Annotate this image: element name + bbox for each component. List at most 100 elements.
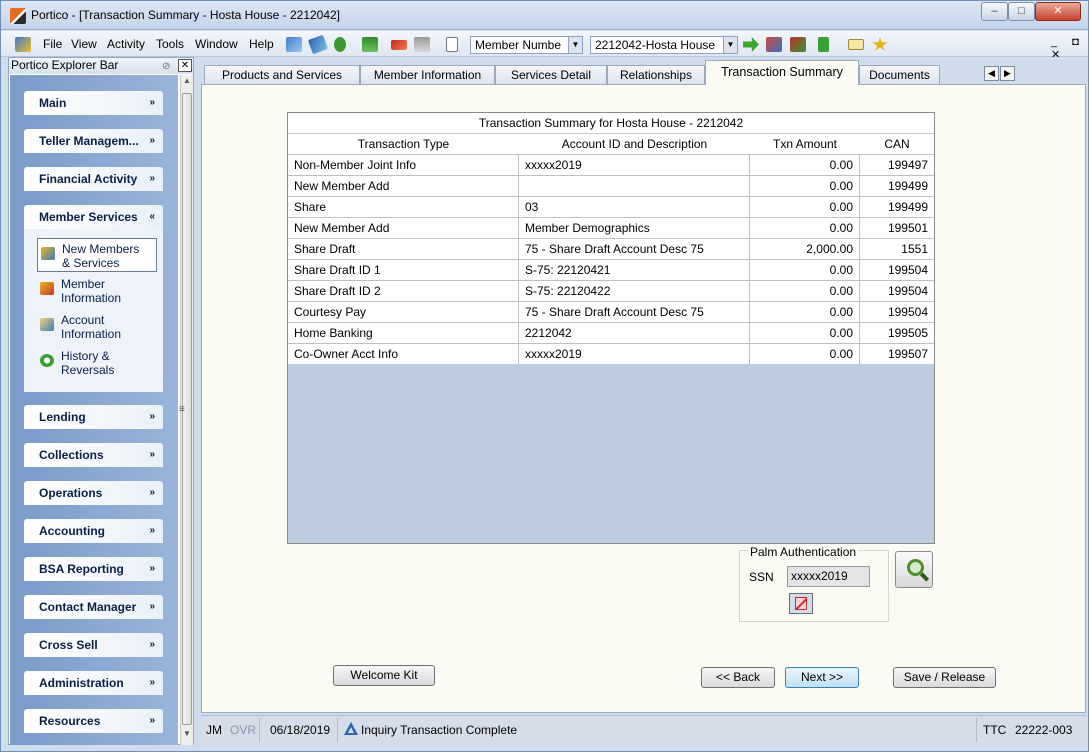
- chevron-down-icon[interactable]: »: [149, 167, 155, 191]
- tab-documents[interactable]: Documents: [859, 65, 940, 84]
- section-financial-activity[interactable]: Financial Activity »: [24, 167, 163, 191]
- accounts-icon[interactable]: [766, 37, 782, 52]
- col-header-txn-amount[interactable]: Txn Amount: [750, 134, 860, 154]
- go-arrow-icon[interactable]: [743, 37, 759, 52]
- chevron-down-icon[interactable]: »: [149, 129, 155, 153]
- table-row[interactable]: New Member Add 0.00 199499: [288, 175, 934, 196]
- section-accounting[interactable]: Accounting »: [24, 519, 163, 543]
- section-contact-manager[interactable]: Contact Manager »: [24, 595, 163, 619]
- portico-menu-icon[interactable]: [15, 37, 31, 52]
- menu-help[interactable]: Help: [249, 37, 274, 51]
- menu-activity[interactable]: Activity: [107, 37, 145, 51]
- table-row[interactable]: Co-Owner Acct Info xxxxx2019 0.00 199507: [288, 343, 934, 364]
- close-button[interactable]: ✕: [1035, 2, 1081, 21]
- mail-icon[interactable]: [848, 39, 864, 50]
- section-bsa-reporting[interactable]: BSA Reporting »: [24, 557, 163, 581]
- next-button[interactable]: Next >>: [785, 667, 859, 688]
- save-release-button[interactable]: Save / Release: [893, 667, 996, 688]
- pin-icon[interactable]: ⊘: [162, 59, 176, 72]
- tab-products-and-services[interactable]: Products and Services: [204, 65, 360, 84]
- mdi-window-controls[interactable]: _ ◘ ✕: [1051, 36, 1088, 61]
- lookup-button[interactable]: [895, 551, 933, 588]
- cash-icon[interactable]: [362, 37, 378, 52]
- battery-icon[interactable]: [818, 37, 829, 52]
- cell-txn-amount: 2,000.00: [750, 239, 860, 259]
- nav-member-information[interactable]: Member Information: [37, 274, 157, 308]
- nav-new-members-services[interactable]: New Members & Services: [37, 238, 157, 272]
- menu-window[interactable]: Window: [195, 37, 238, 51]
- minimize-button[interactable]: –: [981, 2, 1008, 21]
- chevron-down-icon[interactable]: »: [149, 595, 155, 619]
- col-header-transaction-type[interactable]: Transaction Type: [288, 134, 519, 154]
- table-row[interactable]: Share Draft 75 - Share Draft Account Desc…: [288, 238, 934, 259]
- chevron-down-icon[interactable]: »: [149, 443, 155, 467]
- nav-account-information[interactable]: Account Information: [37, 310, 157, 344]
- tab-member-information[interactable]: Member Information: [360, 65, 495, 84]
- favorites-star-icon[interactable]: [872, 37, 888, 51]
- chevron-right-icon[interactable]: ▶: [1000, 66, 1015, 81]
- table-row[interactable]: Home Banking 2212042 0.00 199505: [288, 322, 934, 343]
- chevron-down-icon[interactable]: »: [149, 519, 155, 543]
- section-lending[interactable]: Lending »: [24, 405, 163, 429]
- table-row[interactable]: Courtesy Pay 75 - Share Draft Account Des…: [288, 301, 934, 322]
- chevron-down-icon[interactable]: ▼: [723, 37, 737, 53]
- splitter-grip-icon[interactable]: ≡: [179, 404, 185, 415]
- card-icon[interactable]: [307, 34, 329, 55]
- chevron-down-icon[interactable]: »: [149, 671, 155, 695]
- nav-history-reversals[interactable]: History & Reversals: [37, 346, 157, 380]
- table-row[interactable]: Share Draft ID 2 S-75: 22120422 0.00 199504: [288, 280, 934, 301]
- menu-view[interactable]: View: [71, 37, 97, 51]
- member-search-icon[interactable]: [286, 37, 302, 52]
- dollar-icon[interactable]: [334, 37, 346, 52]
- table-row[interactable]: Non-Member Joint Info xxxxx2019 0.00 199497: [288, 154, 934, 175]
- tab-relationships[interactable]: Relationships: [607, 65, 705, 84]
- section-label: BSA Reporting: [39, 562, 124, 576]
- chevron-down-icon[interactable]: »: [149, 557, 155, 581]
- table-row[interactable]: New Member Add Member Demographics 0.00 199…: [288, 217, 934, 238]
- section-administration[interactable]: Administration »: [24, 671, 163, 695]
- nav-label-line1: Member: [61, 277, 106, 291]
- close-icon[interactable]: ✕: [178, 59, 192, 72]
- transfer-icon[interactable]: [790, 37, 806, 52]
- section-member-services[interactable]: Member Services «: [24, 205, 163, 229]
- nav-label: New Members & Services: [62, 242, 139, 270]
- menu-file[interactable]: File: [43, 37, 62, 51]
- scroll-down-icon[interactable]: ▼: [181, 729, 193, 743]
- chevron-up-icon[interactable]: «: [149, 205, 155, 229]
- tab-transaction-summary[interactable]: Transaction Summary: [705, 60, 859, 85]
- chevron-down-icon[interactable]: »: [149, 481, 155, 505]
- section-cross-sell[interactable]: Cross Sell »: [24, 633, 163, 657]
- chevron-left-icon[interactable]: ◀: [984, 66, 999, 81]
- col-header-can[interactable]: CAN: [860, 134, 934, 154]
- member-services-panel: New Members & Services Member Information …: [24, 229, 163, 392]
- document-icon[interactable]: [446, 37, 458, 52]
- chevron-down-icon[interactable]: »: [149, 91, 155, 115]
- chevron-down-icon[interactable]: »: [149, 709, 155, 733]
- palm-scan-button[interactable]: [789, 593, 813, 614]
- table-row[interactable]: Share 03 0.00 199499: [288, 196, 934, 217]
- section-teller-management[interactable]: Teller Managem... »: [24, 129, 163, 153]
- tab-services-detail[interactable]: Services Detail: [495, 65, 607, 84]
- printer-icon[interactable]: [414, 37, 430, 52]
- chevron-down-icon[interactable]: ▼: [568, 37, 582, 53]
- chevron-down-icon[interactable]: »: [149, 405, 155, 429]
- title-bar[interactable]: Portico - [Transaction Summary - Hosta H…: [1, 1, 1088, 30]
- chevron-down-icon[interactable]: »: [149, 633, 155, 657]
- welcome-kit-button[interactable]: Welcome Kit: [333, 665, 435, 686]
- cell-account: 75 - Share Draft Account Desc 75: [519, 302, 750, 322]
- member-select-dropdown[interactable]: 2212042-Hosta House ▼: [590, 36, 738, 54]
- section-collections[interactable]: Collections »: [24, 443, 163, 467]
- table-row[interactable]: Share Draft ID 1 S-75: 22120421 0.00 199504: [288, 259, 934, 280]
- ssn-field[interactable]: xxxxx2019: [787, 566, 870, 587]
- maximize-button[interactable]: □: [1008, 2, 1035, 21]
- col-header-account[interactable]: Account ID and Description: [519, 134, 750, 154]
- section-main[interactable]: Main »: [24, 91, 163, 115]
- scroll-up-icon[interactable]: ▲: [181, 76, 193, 90]
- menu-tools[interactable]: Tools: [156, 37, 184, 51]
- cell-transaction-type: Home Banking: [288, 323, 519, 343]
- section-operations[interactable]: Operations »: [24, 481, 163, 505]
- search-type-dropdown[interactable]: Member Numbe ▼: [470, 36, 583, 54]
- section-resources[interactable]: Resources »: [24, 709, 163, 733]
- back-button[interactable]: << Back: [701, 667, 775, 688]
- redo-arrow-icon[interactable]: [391, 40, 407, 50]
